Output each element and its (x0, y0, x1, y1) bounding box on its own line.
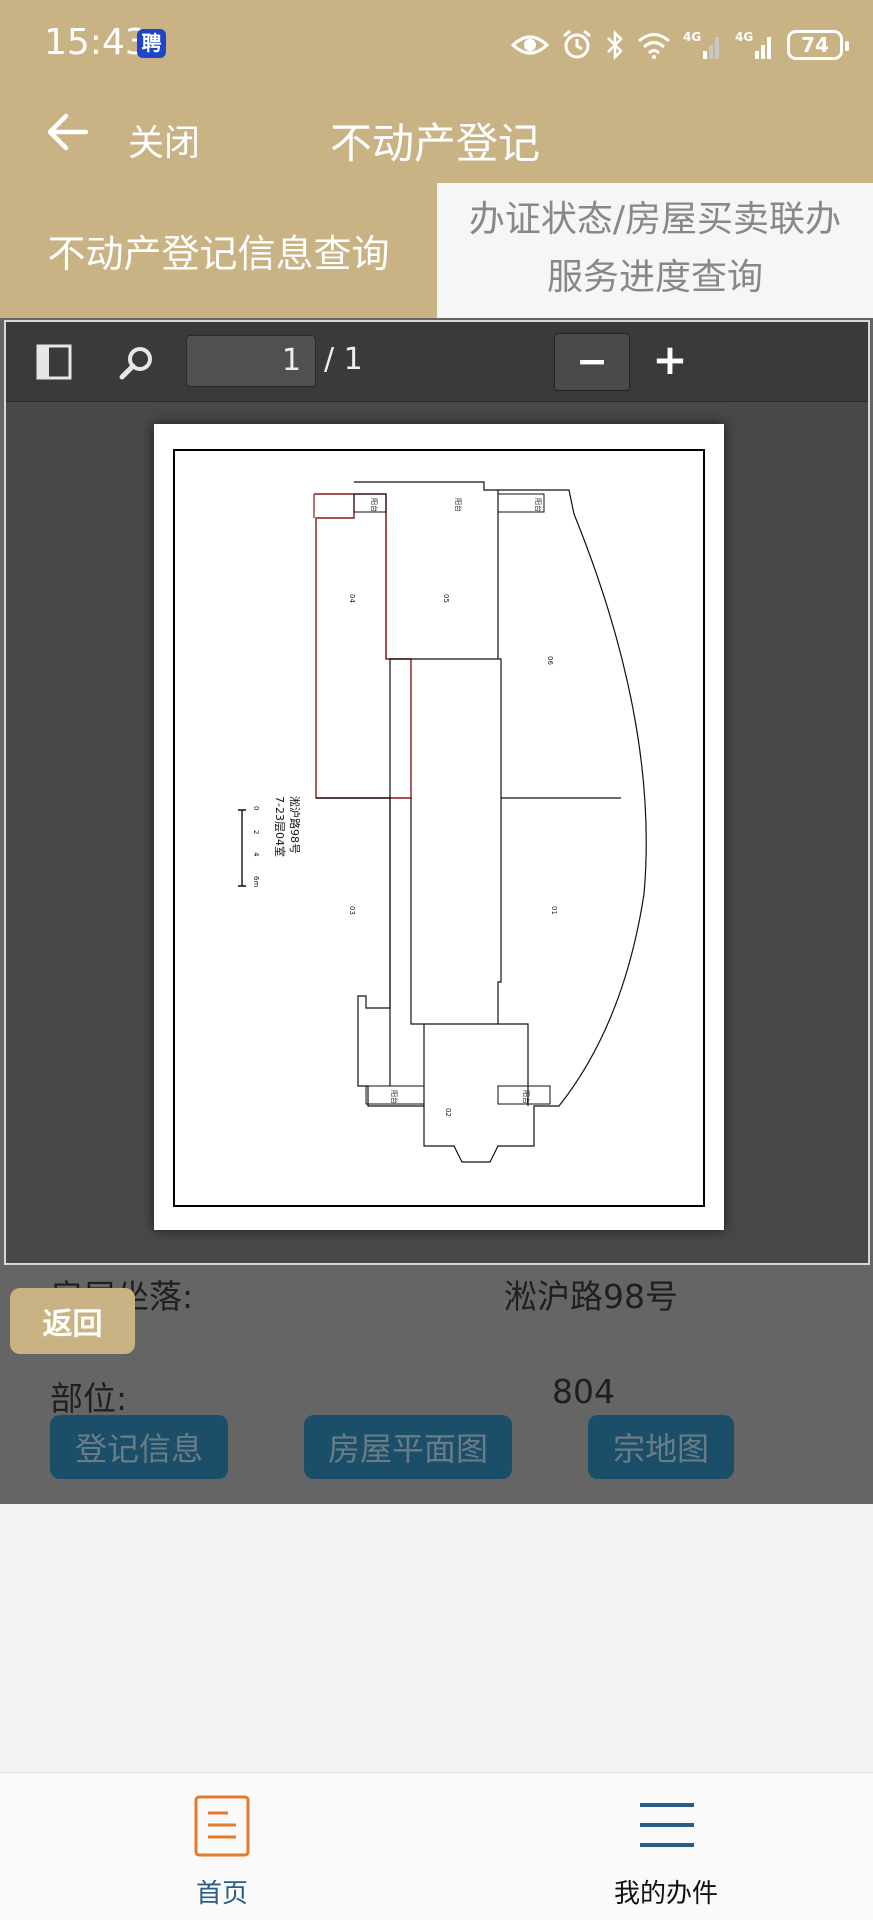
zoom-controls: − + (554, 333, 694, 391)
floor-plan-outline (316, 481, 647, 1163)
location-value: 淞沪路98号 (504, 1277, 678, 1316)
floor-plan-drawing: 阳台 阳台 阳台 阳台 阳台 04 05 06 03 01 02 淞沪路98号 … (173, 449, 705, 1207)
nav-item-home[interactable]: 首页 (72, 1773, 372, 1920)
sidebar-toggle-icon[interactable] (36, 344, 72, 380)
balcony-label: 阳台 (454, 498, 463, 512)
return-button[interactable]: 返回 (10, 1288, 135, 1354)
back-arrow-icon[interactable] (46, 110, 90, 154)
floor-plan-room-04 (314, 493, 412, 799)
menu-list-icon (640, 1803, 694, 1847)
signal-4g-icon: 4G (735, 30, 771, 59)
tab-registration-info-query[interactable]: 不动产登记信息查询 (0, 183, 437, 318)
scale-tick: 0 (252, 806, 260, 810)
registration-info-button[interactable]: 登记信息 (50, 1415, 228, 1479)
zoom-in-button[interactable]: + (640, 333, 700, 391)
room-label: 04 (348, 594, 356, 603)
room-label: 01 (550, 906, 558, 915)
scale-tick: 4 (252, 852, 260, 857)
nav-item-my-tasks[interactable]: 我的办件 (516, 1773, 816, 1920)
floor-plan-address: 淞沪路98号 (288, 796, 302, 854)
tab-progress-query-line1: 办证状态/房屋买卖联办 (468, 199, 842, 240)
zoom-out-button[interactable]: − (554, 333, 630, 391)
status-icons: 4G 4G 74 (511, 26, 849, 64)
page-total: / 1 (324, 342, 363, 377)
alarm-icon (563, 29, 591, 59)
wifi-icon (638, 33, 670, 59)
part-label: 部位: (50, 1379, 128, 1418)
pdf-page: 阳台 阳台 阳台 阳台 阳台 04 05 06 03 01 02 淞沪路98号 … (154, 424, 724, 1230)
status-bar: 15:43 聘 4G 4G 74 (0, 0, 873, 90)
room-label: 02 (444, 1108, 452, 1117)
balcony-label: 阳台 (390, 1090, 399, 1104)
bluetooth-icon (607, 29, 623, 61)
status-time: 15:43 (44, 22, 148, 63)
balcony-label: 阳台 (534, 498, 543, 512)
svg-text:4G: 4G (735, 30, 753, 44)
room-label: 05 (442, 594, 450, 603)
balcony-label: 阳台 (370, 498, 379, 512)
floor-plan-unit: 7-23层04室 (273, 796, 287, 857)
floor-plan-button[interactable]: 房屋平面图 (304, 1415, 512, 1479)
scale-tick: 6m (252, 876, 260, 887)
search-icon[interactable] (118, 344, 156, 382)
part-value: 804 (552, 1372, 615, 1411)
parcel-map-button[interactable]: 宗地图 (588, 1415, 734, 1479)
tab-bar: 不动产登记信息查询 办证状态/房屋买卖联办 服务进度查询 (0, 183, 873, 318)
pdf-toolbar: 1 / 1 − + (6, 322, 868, 402)
scale-bar (238, 809, 246, 887)
bottom-nav: 首页 我的办件 (0, 1772, 873, 1920)
balcony-label: 阳台 (522, 1090, 531, 1104)
app-header: 关闭 不动产登记 (0, 90, 873, 183)
nav-label-home: 首页 (195, 1879, 248, 1909)
page-title: 不动产登记 (330, 119, 541, 168)
pdf-viewer[interactable]: 1 / 1 − + 阳台 阳台 阳台 阳台 阳台 04 05 06 03 01 … (4, 320, 870, 1265)
battery-icon: 74 (787, 30, 849, 60)
svg-text:4G: 4G (683, 30, 701, 44)
signal-4g-icon: 4G (683, 30, 719, 59)
document-icon (194, 1795, 250, 1857)
app-badge-icon: 聘 (137, 29, 166, 58)
room-label: 06 (546, 656, 554, 665)
room-label: 03 (348, 906, 356, 915)
eye-icon (511, 35, 549, 55)
tab-progress-query[interactable]: 办证状态/房屋买卖联办 服务进度查询 (437, 183, 873, 318)
close-button[interactable]: 关闭 (128, 114, 200, 166)
page-number-input[interactable]: 1 (186, 335, 316, 387)
tab-progress-query-line2: 服务进度查询 (546, 257, 763, 298)
scale-tick: 2 (252, 830, 260, 834)
nav-label-my-tasks: 我的办件 (613, 1879, 718, 1909)
